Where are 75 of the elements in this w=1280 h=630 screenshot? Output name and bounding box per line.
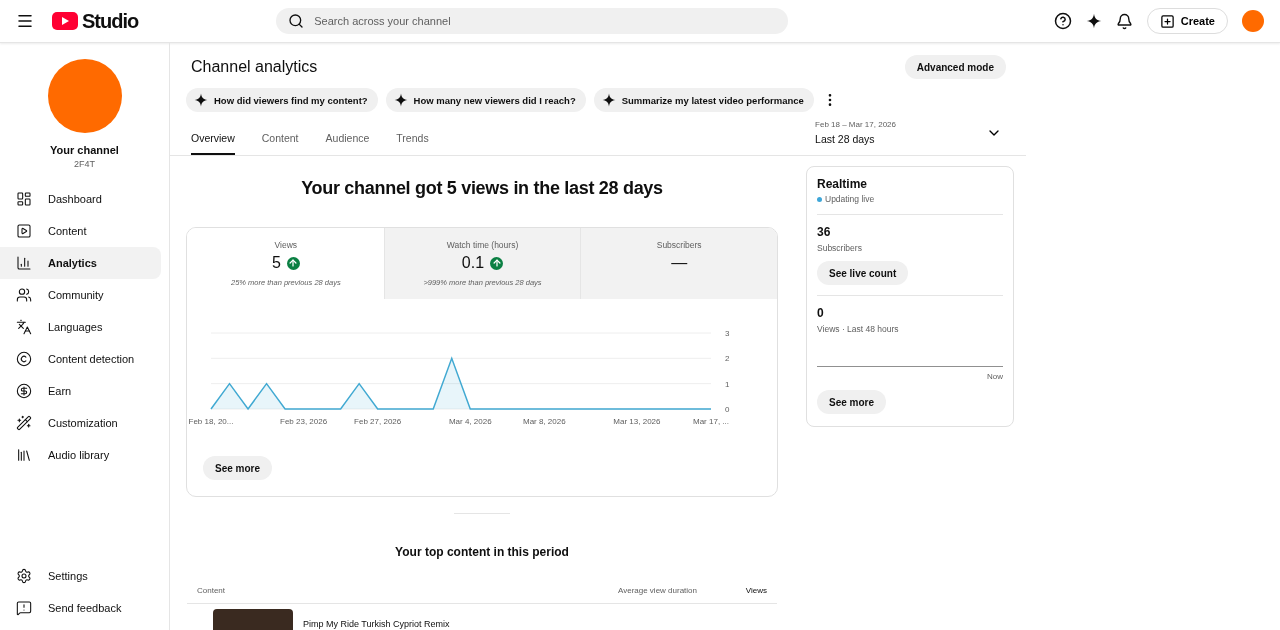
search-field[interactable]: Search across your channel	[276, 8, 789, 34]
feedback-icon	[16, 600, 32, 616]
card-title: Realtime	[817, 177, 869, 191]
x-tick-label: Mar 4, 2026	[448, 417, 492, 426]
tab[interactable]: Content	[261, 120, 299, 155]
x-tick-label: Feb 18, 20...	[188, 417, 234, 426]
column-header: Content	[196, 585, 227, 597]
avatar[interactable]	[1242, 10, 1264, 32]
section-title: Your top content in this period	[395, 545, 569, 559]
sidebar-item[interactable]: Dashboard	[0, 183, 161, 215]
analytics-icon	[16, 255, 32, 271]
video-title[interactable]: Pimp My Ride Turkish Cypriot Remix	[303, 619, 450, 630]
tab[interactable]: Overview	[191, 120, 235, 155]
menu-icon[interactable]	[16, 12, 34, 30]
community-icon	[16, 287, 32, 303]
sidebar-item[interactable]: Settings	[0, 560, 161, 592]
views-count: 0	[817, 306, 825, 320]
sidebar-item[interactable]: Send feedback	[0, 592, 161, 624]
earn-icon	[16, 383, 32, 399]
languages-icon	[16, 319, 32, 335]
axis-label: Now	[986, 372, 1003, 381]
settings-icon	[16, 568, 32, 584]
play-logo-icon	[52, 12, 78, 30]
detection-icon	[16, 351, 32, 367]
logo-text: Studio	[82, 9, 139, 33]
sidebar-item[interactable]: Earn	[0, 375, 161, 407]
y-tick-label: 0	[725, 405, 730, 414]
y-tick-label: 3	[725, 329, 730, 338]
suggestion-chip[interactable]: How did viewers find my content?	[186, 88, 378, 112]
y-tick-label: 2	[725, 354, 730, 364]
sparkle-icon	[393, 93, 408, 107]
live-dot	[817, 196, 822, 202]
sidebar-item[interactable]: Customization	[0, 407, 161, 439]
search-icon	[288, 13, 305, 29]
create-button[interactable]: Create	[1146, 8, 1228, 34]
x-tick-label: Feb 27, 2026	[354, 417, 402, 426]
page-title: Channel analytics	[191, 58, 318, 76]
sidebar-item[interactable]: Content	[0, 215, 161, 247]
channel-name: Your channel	[49, 144, 120, 156]
headline: Your channel got 5 views in the last 28 days	[301, 178, 663, 199]
content-icon	[16, 223, 32, 239]
x-tick-label: Mar 13, 2026	[613, 417, 661, 426]
suggestion-chip[interactable]: Summarize my latest video performance	[593, 88, 814, 112]
help-icon[interactable]	[1053, 12, 1072, 30]
see-more-button[interactable]: See more	[817, 390, 887, 414]
sidebar-item[interactable]: Analytics	[0, 247, 161, 279]
sparkle-icon	[601, 93, 616, 107]
suggestion-chip[interactable]: How many new viewers did I reach?	[385, 88, 586, 112]
date-range-selector[interactable]: Feb 18 – Mar 17, 2026 Last 28 days	[811, 120, 1006, 155]
sidebar-item[interactable]: Content detection	[0, 343, 161, 375]
sidebar-item[interactable]: Audio library	[0, 439, 161, 471]
x-tick-label: Mar 17, ...	[693, 417, 729, 426]
views-label: Views · Last 48 hours	[817, 324, 900, 334]
sidebar-item[interactable]: Community	[0, 279, 161, 311]
bell-icon[interactable]	[1115, 12, 1133, 30]
column-header: Average view duration	[617, 585, 698, 597]
sparkle-icon	[194, 93, 208, 107]
metric-tab[interactable]: Subscribers —	[580, 228, 777, 299]
sidebar-item[interactable]: Languages	[0, 311, 161, 343]
live-status: Updating live	[825, 194, 875, 204]
x-tick-label: Feb 23, 2026	[280, 417, 328, 426]
subscribers-label: Subscribers	[817, 243, 863, 253]
x-tick-label: Mar 8, 2026	[523, 417, 566, 426]
column-header: Views	[744, 585, 768, 597]
advanced-mode-button[interactable]: Advanced mode	[904, 55, 1006, 79]
subscriber-count: 36	[817, 225, 832, 239]
tab[interactable]: Audience	[325, 120, 370, 155]
tab[interactable]: Trends	[396, 120, 429, 155]
live-count-button[interactable]: See live count	[817, 261, 909, 285]
see-more-button[interactable]: See more	[203, 456, 273, 480]
dashboard-icon	[16, 191, 32, 207]
y-tick-label: 1	[725, 379, 730, 389]
customization-icon	[16, 415, 32, 431]
audio-icon	[16, 447, 32, 463]
channel-handle: 2F4T	[73, 159, 96, 169]
